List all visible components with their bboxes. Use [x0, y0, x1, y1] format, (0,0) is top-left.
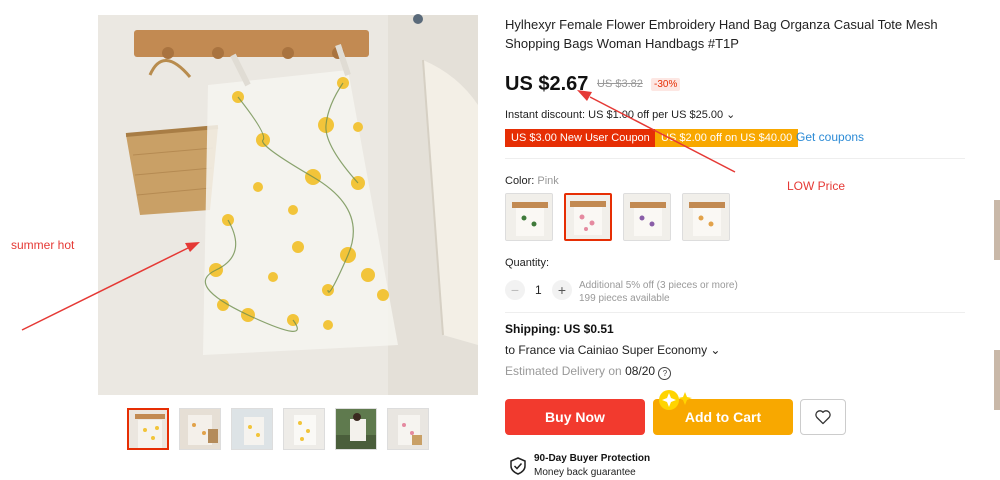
annotation-arrows: [21, 90, 736, 331]
